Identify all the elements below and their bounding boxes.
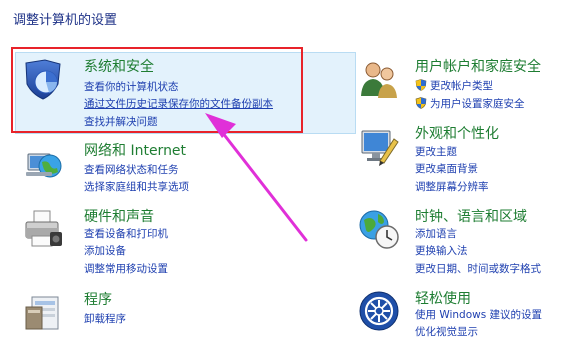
category-title-programs[interactable]: 程序 [84,289,112,309]
uac-shield-icon [415,79,427,91]
link-family-safety[interactable]: 为用户设置家庭安全 [415,96,525,111]
monitor-paint-icon [361,130,399,166]
link-label: 更改帐户类型 [430,80,493,92]
link-network-status[interactable]: 查看网络状态和任务 [84,162,179,177]
annotation-red-highlight-box [11,47,303,133]
category-title-user-accounts[interactable]: 用户帐户和家庭安全 [415,56,541,76]
link-change-input-method[interactable]: 更换输入法 [415,243,468,258]
link-add-device[interactable]: 添加设备 [84,243,126,258]
link-add-language[interactable]: 添加语言 [415,226,457,241]
users-icon [361,62,397,98]
category-title-ease-of-access[interactable]: 轻松使用 [415,288,471,308]
link-devices-printers[interactable]: 查看设备和打印机 [84,226,168,241]
printer-icon [25,210,62,247]
link-change-theme[interactable]: 更改主题 [415,144,457,159]
link-date-time-format[interactable]: 更改日期、时间或数字格式 [415,261,541,276]
network-globe-icon [26,153,62,178]
page-title: 调整计算机的设置 [13,13,118,28]
link-uninstall-program[interactable]: 卸载程序 [84,311,126,326]
category-title-clock-region[interactable]: 时钟、语言和区域 [415,206,527,226]
ease-of-access-icon [359,291,399,331]
category-title-hardware-sound[interactable]: 硬件和声音 [84,206,154,226]
link-screen-resolution[interactable]: 调整屏幕分辨率 [415,179,489,194]
clock-globe-icon [359,210,399,249]
category-title-appearance[interactable]: 外观和个性化 [415,123,499,143]
link-optimize-visual-display[interactable]: 优化视觉显示 [415,324,478,339]
link-windows-recommended-settings[interactable]: 使用 Windows 建议的设置 [415,307,542,322]
link-change-account-type[interactable]: 更改帐户类型 [415,78,493,93]
category-title-network[interactable]: 网络和 Internet [84,140,186,160]
uac-shield-icon [415,97,427,109]
link-change-background[interactable]: 更改桌面背景 [415,161,478,176]
link-mobility-settings[interactable]: 调整常用移动设置 [84,261,168,276]
programs-icon [25,296,59,330]
link-label: 为用户设置家庭安全 [430,98,525,110]
link-homegroup[interactable]: 选择家庭组和共享选项 [84,179,189,194]
